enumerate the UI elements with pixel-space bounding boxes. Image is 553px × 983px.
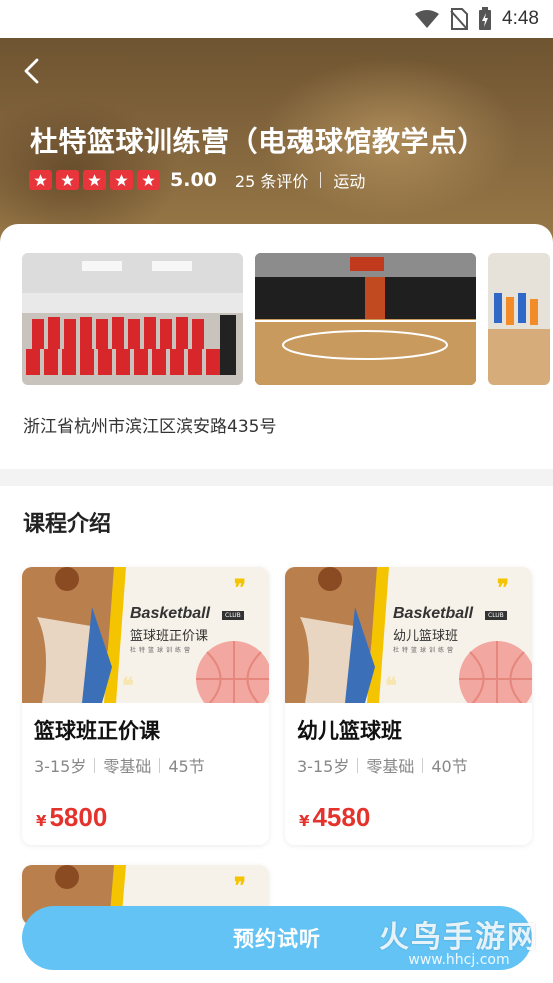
course-card[interactable]: ❞ ❝ Basketball CLUB 幼儿篮球班 杜特篮球训练营 幼儿篮球班 … xyxy=(285,567,532,845)
star-icon xyxy=(83,170,106,190)
star-icon xyxy=(110,170,133,190)
course-banner-image: ❞ ❝ Basketball CLUB 篮球班正价课 杜特篮球训练营 xyxy=(22,567,269,703)
rating-row: 5.00 25 条评价 运动 xyxy=(29,168,365,192)
svg-text:❝: ❝ xyxy=(122,673,134,699)
banner-tagline: 杜特篮球训练营 xyxy=(393,647,457,654)
banner-tag: CLUB xyxy=(222,611,244,620)
no-sim-icon xyxy=(450,8,469,30)
course-price: ¥ 5800 xyxy=(36,802,107,833)
course-meta: 3-15岁 零基础 40节 xyxy=(297,753,468,777)
clock: 4:48 xyxy=(502,8,539,29)
venue-info-card: 浙江省杭州市滨江区滨安路435号 xyxy=(0,224,553,469)
venue-photo-training[interactable] xyxy=(488,253,550,385)
banner-title: Basketball xyxy=(130,605,211,622)
banner-tag: CLUB xyxy=(485,611,507,620)
venue-photo-group[interactable] xyxy=(22,253,243,385)
star-icon xyxy=(137,170,160,190)
banner-subtitle: 篮球班正价课 xyxy=(130,629,209,644)
app-root: 4:48 杜特篮球训练营（电魂球馆教学点） 5.00 25 条评价 运动 浙江省… xyxy=(0,0,553,983)
star-icon xyxy=(29,170,52,190)
rating-score: 5.00 xyxy=(170,169,217,191)
course-lessons: 40节 xyxy=(431,757,468,776)
photo-gallery[interactable] xyxy=(22,253,550,385)
svg-text:❞: ❞ xyxy=(234,873,246,899)
banner-tagline: 杜特篮球训练营 xyxy=(130,647,194,654)
course-card[interactable]: ❞ ❝ Basketball CLUB 篮球班正价课 杜特篮球训练营 篮球班正价… xyxy=(22,567,269,845)
svg-text:❞: ❞ xyxy=(234,575,246,601)
currency-symbol: ¥ xyxy=(299,812,310,830)
svg-text:❝: ❝ xyxy=(385,673,397,699)
battery-charging-icon xyxy=(479,7,492,30)
venue-address: 浙江省杭州市滨江区滨安路435号 xyxy=(23,417,277,437)
course-name: 篮球班正价课 xyxy=(34,719,160,743)
price-value: 4580 xyxy=(312,802,371,832)
watermark-logo: 火鸟手游网 www.hhcj.com xyxy=(379,912,539,968)
book-trial-label: 预约试听 xyxy=(233,927,321,951)
currency-symbol: ¥ xyxy=(36,812,47,830)
course-age: 3-15岁 xyxy=(297,757,350,776)
banner-title: Basketball xyxy=(393,605,474,622)
course-banner-image: ❞ ❝ Basketball CLUB 幼儿篮球班 杜特篮球训练营 xyxy=(285,567,532,703)
star-icon xyxy=(56,170,79,190)
course-level: 零基础 xyxy=(366,757,415,776)
course-price: ¥ 4580 xyxy=(299,802,370,833)
wifi-icon xyxy=(415,10,440,28)
section-title: 课程介绍 xyxy=(23,512,112,537)
category-label: 运动 xyxy=(333,172,366,191)
course-lessons: 45节 xyxy=(168,757,205,776)
venue-photo-court[interactable] xyxy=(255,253,476,385)
course-meta: 3-15岁 零基础 45节 xyxy=(34,753,205,777)
course-level: 零基础 xyxy=(103,757,152,776)
page-title: 杜特篮球训练营（电魂球馆教学点） xyxy=(30,125,487,158)
price-value: 5800 xyxy=(49,802,108,832)
review-count-link[interactable]: 25 条评价 xyxy=(235,168,308,192)
banner-subtitle: 幼儿篮球班 xyxy=(393,629,459,644)
svg-text:❞: ❞ xyxy=(497,575,509,601)
course-age: 3-15岁 xyxy=(34,757,87,776)
status-bar: 4:48 xyxy=(0,0,553,38)
divider xyxy=(320,172,322,188)
course-name: 幼儿篮球班 xyxy=(297,719,402,743)
watermark-brand: 火鸟手游网 xyxy=(379,920,539,955)
back-arrow-icon[interactable] xyxy=(18,56,48,86)
